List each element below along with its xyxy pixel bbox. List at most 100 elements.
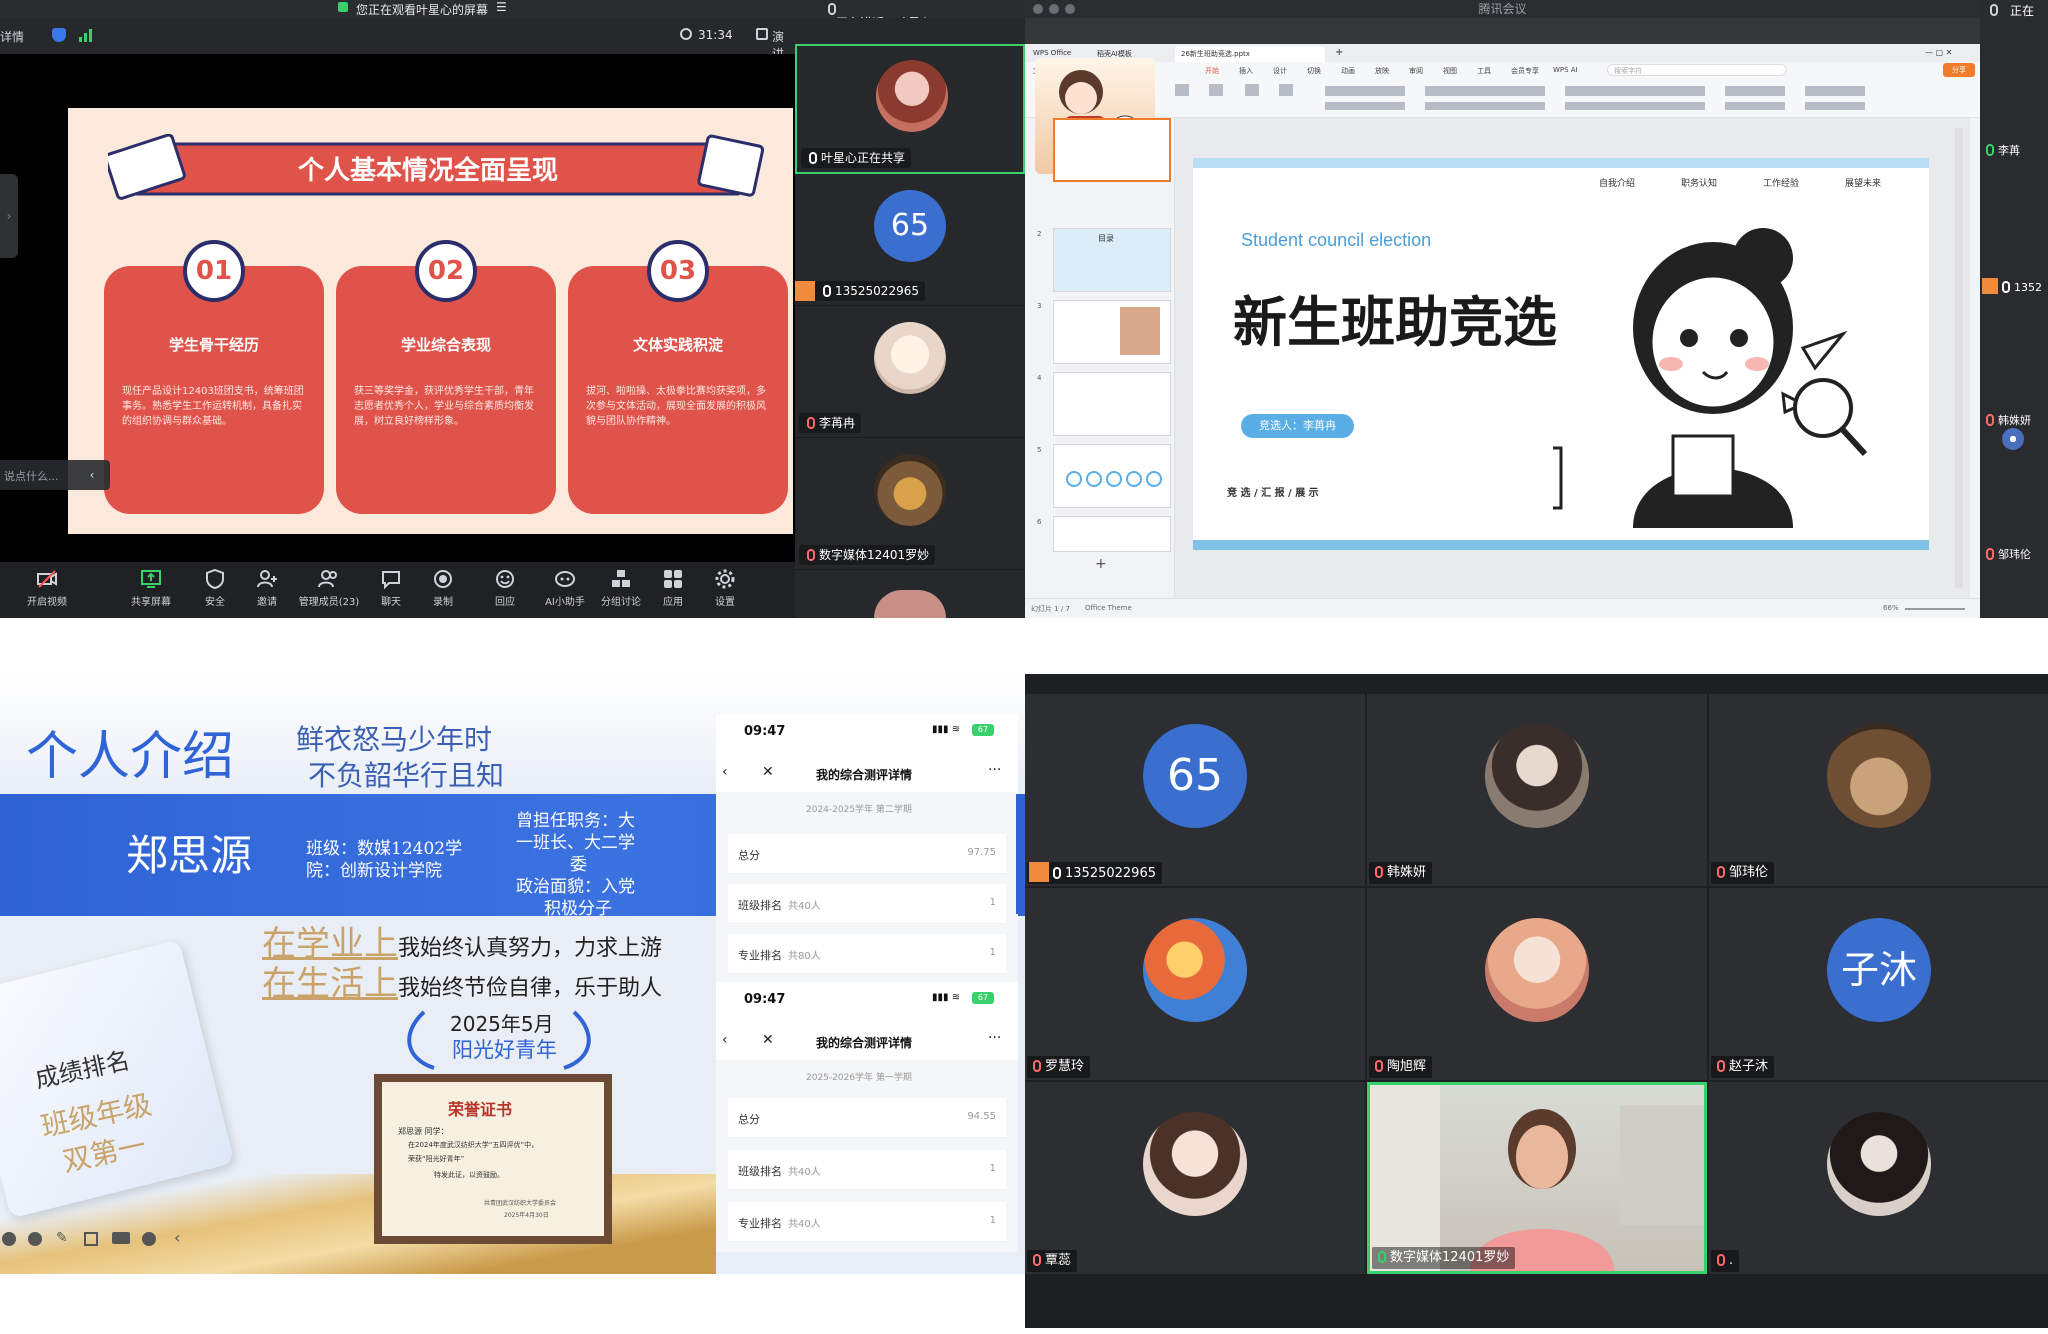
menu-member[interactable]: 会员专享 [1511,66,1539,76]
prev-icon[interactable] [2,1232,16,1246]
slide-thumbnail-6[interactable] [1053,516,1171,552]
participant-tile[interactable]: 李苒冉 [795,308,1025,438]
gallery-tile[interactable]: . [1709,1082,2048,1274]
slide-thumbnail-5[interactable] [1053,444,1171,508]
gallery-tile[interactable]: 邹玮伦 [1709,694,2048,886]
menu-view[interactable]: 视图 [1443,66,1457,76]
user-icon [1029,862,1049,882]
participant-tile[interactable]: 数字媒体12401罗妙 [795,440,1025,570]
mic-muted-icon [807,417,815,429]
close-icon[interactable]: ✕ [762,764,774,780]
meeting-details-link[interactable]: 详情 [0,28,24,45]
chat-collapse-icon[interactable]: ‹ [82,465,102,485]
participant-sidebar: 正在 李苒 1352 韩姝妍 邹玮伦 [1980,0,2048,618]
shield-icon[interactable] [52,28,66,42]
term-selector[interactable]: 2025-2026学年 第一学期 [806,1070,912,1083]
apps-button[interactable]: 应用 [648,568,698,614]
slide-thumbnail-4[interactable] [1053,372,1171,436]
record-button[interactable]: 录制 [418,568,468,614]
menu-tools[interactable]: 工具 [1477,66,1491,76]
menu-insert[interactable]: 插入 [1239,66,1253,76]
gallery-tile-active-speaker[interactable]: 数字媒体12401罗妙 [1367,1082,1707,1274]
speaker-video-feed [1370,1085,1704,1271]
menu-wps-ai[interactable]: WPS AI [1553,66,1578,74]
gallery-tile[interactable]: 陶旭辉 [1367,888,1707,1080]
more-icon[interactable]: ··· [988,1030,1001,1046]
share-screen-button[interactable]: 共享屏幕 [126,568,176,614]
clock-icon [680,28,692,40]
gallery-tile[interactable]: 65 13525022965 [1025,694,1365,886]
menu-slideshow[interactable]: 放映 [1375,66,1389,76]
mic-icon [1378,1251,1386,1263]
menu-home[interactable]: 开始 [1205,66,1219,76]
start-video-button[interactable]: 开启视频 [22,568,72,614]
participant-avatar: 子沐 [1827,918,1931,1022]
candidate-pill: 竞选人：李苒冉 [1241,414,1354,438]
collapse-toolbar-icon[interactable]: ‹ [174,1228,180,1247]
back-icon[interactable]: ‹ [722,1032,728,1048]
gallery-tile[interactable]: 罗慧玲 [1025,888,1365,1080]
reaction-button[interactable]: 回应 [480,568,530,614]
gallery-tile[interactable]: 覃蕊 [1025,1082,1365,1274]
slide-thumbnail-3[interactable] [1053,300,1171,364]
more-icon[interactable]: ··· [988,762,1001,778]
zoom-slider[interactable] [1905,608,1965,610]
more-tools-icon[interactable] [142,1232,156,1246]
side-expand-button[interactable]: › [0,174,18,258]
breakout-rooms-button[interactable]: 分组讨论 [596,568,646,614]
gallery-tile[interactable]: 韩姝妍 [1367,694,1707,886]
present-icon[interactable] [756,28,768,40]
pointer-icon[interactable] [28,1232,42,1246]
side-participant[interactable]: 1352 [1982,278,2042,296]
term-selector[interactable]: 2024-2025学年 第二学期 [806,802,912,815]
slide-scrollbar[interactable] [1955,128,1963,588]
mic-muted-icon [1717,1254,1725,1266]
close-icon[interactable]: ✕ [762,1032,774,1048]
share-button[interactable]: 分享 [1943,63,1975,77]
window-minimize-button[interactable] [1049,4,1059,14]
menu-transition[interactable]: 切换 [1307,66,1321,76]
back-icon[interactable]: ‹ [722,764,728,780]
caption-icon[interactable] [112,1232,130,1244]
side-participant[interactable]: 韩姝妍 [1982,412,2031,430]
slide-thumbnail-1[interactable] [1053,118,1171,182]
pen-icon[interactable]: ✎ [56,1230,68,1246]
slide-thumbnail-2[interactable]: 目录 [1053,228,1171,292]
menu-animation[interactable]: 动画 [1341,66,1355,76]
poem-line-2: 不负韶华行且知 [308,759,505,792]
search-box[interactable]: 搜索字符 [1607,64,1787,76]
chat-input-box[interactable]: 说点什么... ‹ [0,460,110,490]
settings-button[interactable]: 设置 [700,568,750,614]
side-participant[interactable]: 李苒 [1982,142,2020,160]
tab-wps-office[interactable]: WPS Office [1033,49,1071,57]
window-maximize-button[interactable] [1065,4,1075,14]
participant-avatar [1485,918,1589,1022]
tab-active-document[interactable]: 26新生班助竞选.pptx [1175,46,1325,62]
menu-review[interactable]: 审阅 [1409,66,1423,76]
participant-tile[interactable]: 叶星心正在共享 [795,44,1025,174]
menu-icon[interactable]: ☰ [496,0,507,14]
zoom-level[interactable]: 66% [1883,604,1899,612]
manage-members-button[interactable]: 管理成员(23) [296,568,362,614]
chat-button[interactable]: 聊天 [366,568,416,614]
card-number: 03 [647,240,709,302]
certificate-issuer: 共青团武汉纺织大学委员会 [484,1200,557,1207]
window-close-button[interactable] [1033,4,1043,14]
add-slide-icon[interactable]: + [1095,556,1107,572]
participant-tile[interactable]: 65 13525022965 [795,176,1025,306]
window-controls[interactable]: — ▢ ✕ [1925,48,1952,57]
invite-button[interactable]: 邀请 [242,568,292,614]
side-participant[interactable]: 邹玮伦 [1982,546,2031,564]
participant-name: 叶星心正在共享 [801,148,912,168]
add-user-icon [257,570,277,588]
screenshot-icon[interactable] [84,1232,98,1246]
security-button[interactable]: 安全 [190,568,240,614]
intro-heading: 个人介绍 [26,727,235,787]
mic-muted-icon [1033,1254,1041,1266]
ai-assistant-button[interactable]: AI小助手 [540,568,590,614]
camera-off-icon [37,570,57,588]
mic-icon [1990,4,1998,16]
menu-design[interactable]: 设计 [1273,66,1287,76]
gallery-tile[interactable]: 子沐 赵子沐 [1709,888,2048,1080]
new-tab-icon[interactable]: + [1335,47,1343,58]
